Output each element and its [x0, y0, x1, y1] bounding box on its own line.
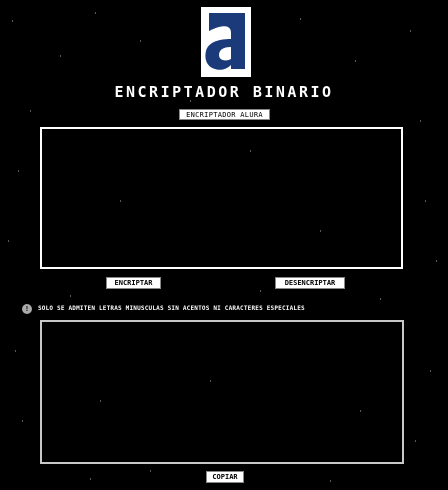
input-textarea[interactable] — [40, 127, 403, 269]
notice-text: SOLO SE ADMITEN LETRAS MINUSCULAS SIN AC… — [38, 305, 305, 312]
info-icon: ! — [22, 304, 32, 314]
copy-button[interactable]: COPIAR — [206, 471, 244, 483]
subtitle-badge: ENCRIPTADOR ALURA — [179, 109, 270, 120]
page-title: ENCRIPTADOR BINARIO — [114, 83, 334, 101]
alura-logo — [201, 7, 251, 77]
encrypt-button[interactable]: ENCRIPTAR — [106, 277, 161, 289]
decrypt-button[interactable]: DESENCRIPTAR — [275, 277, 345, 289]
output-textarea[interactable] — [40, 320, 404, 464]
